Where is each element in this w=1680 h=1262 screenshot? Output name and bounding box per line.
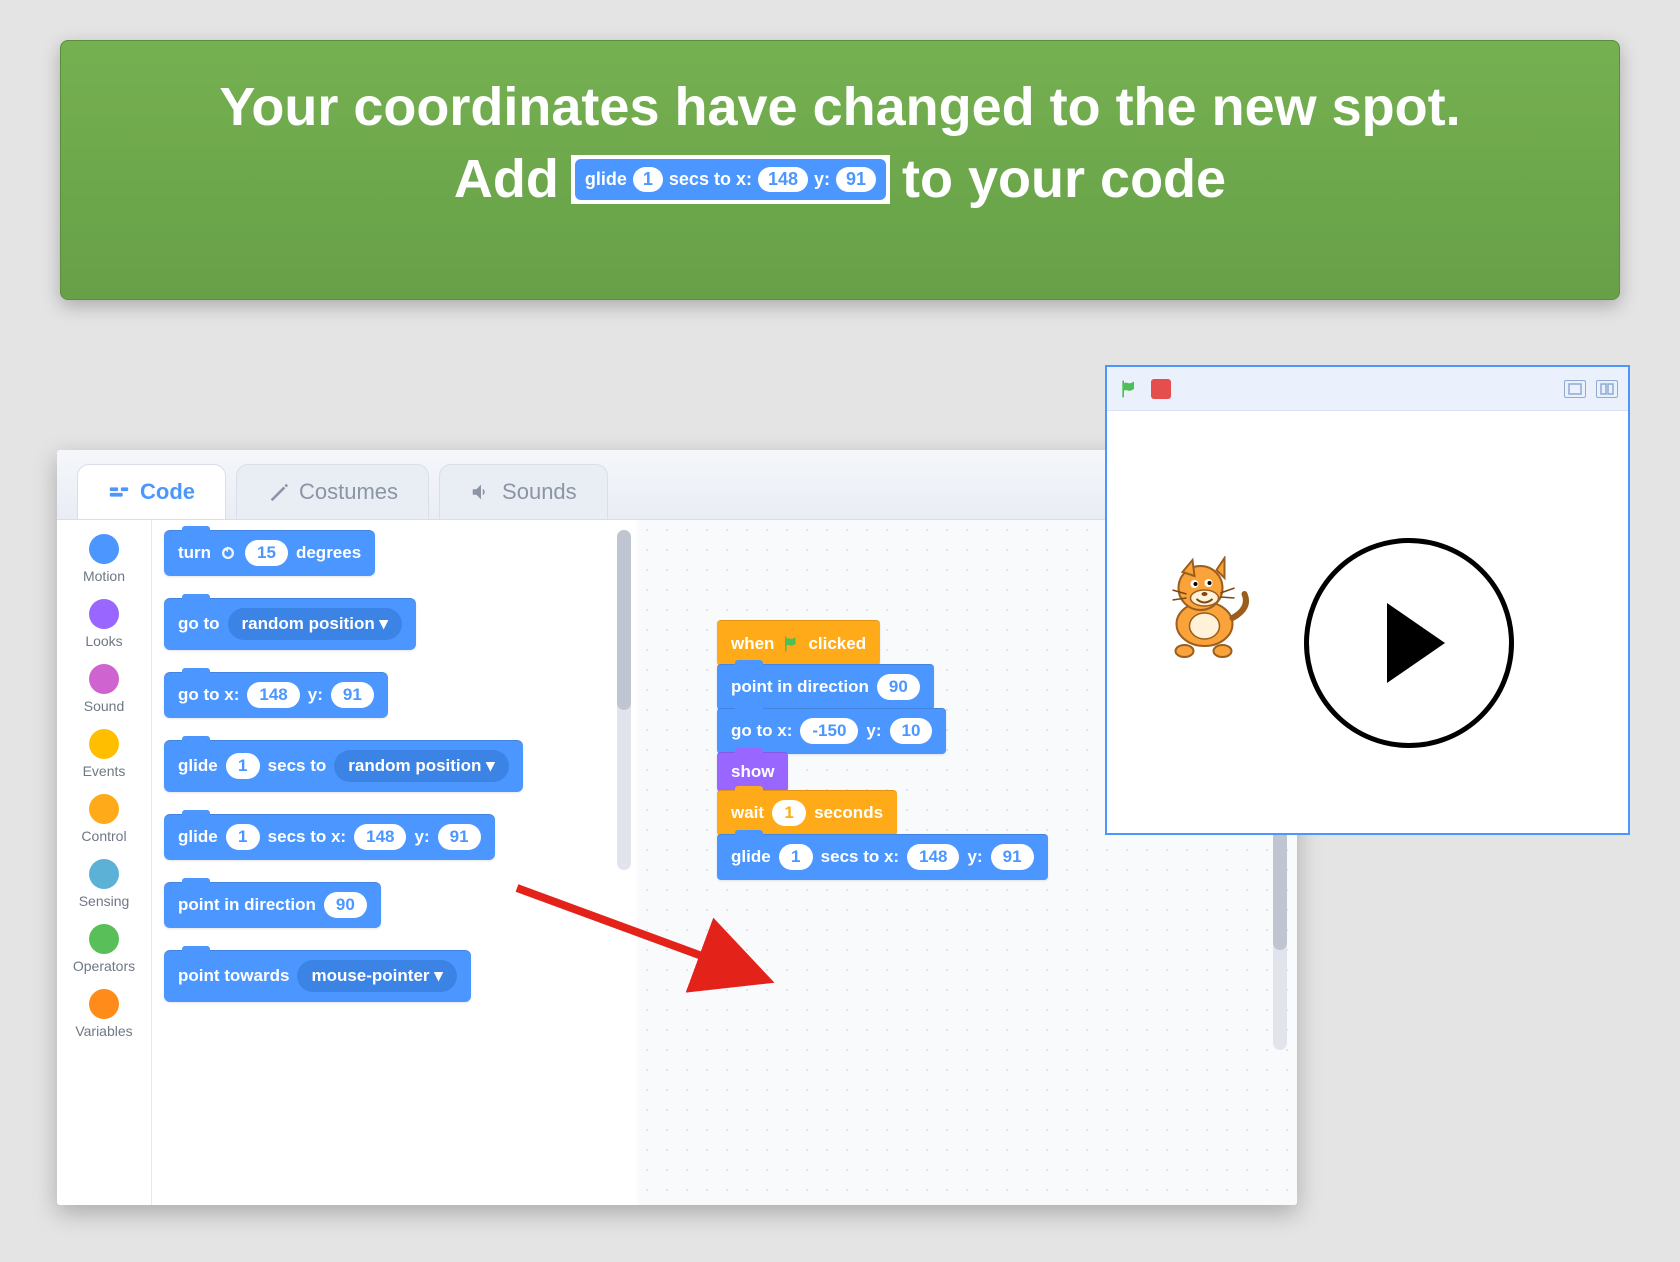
block-palette: turn 15 degrees go to random position ▾ … [152,520,637,1205]
category-sound[interactable]: Sound [57,658,151,720]
category-variables[interactable]: Variables [57,983,151,1045]
random-position-dropdown[interactable]: random position ▾ [228,608,402,640]
goto-random-block[interactable]: go to random position ▾ [164,598,416,650]
banner-glide-block-image: glide 1 secs to x: 148 y: 91 [571,155,890,204]
point-towards-block[interactable]: point towards mouse-pointer ▾ [164,950,471,1002]
green-flag-icon [782,635,800,653]
category-motion[interactable]: Motion [57,528,151,590]
large-stage-button[interactable] [1596,380,1618,398]
turn-left-icon [219,544,237,562]
stage-header [1107,367,1628,411]
stage-preview-panel [1105,365,1630,835]
play-icon [1387,603,1445,683]
small-stage-button[interactable] [1564,380,1586,398]
flag-icon [1119,379,1139,399]
large-stage-icon [1600,383,1614,395]
tab-costumes[interactable]: Costumes [236,464,429,519]
operators-dot [89,924,119,954]
events-dot [89,729,119,759]
category-column: Motion Looks Sound Events Control Sensin… [57,520,152,1205]
tab-code[interactable]: Code [77,464,226,519]
small-stage-icon [1568,383,1582,395]
palette-scroll-thumb[interactable] [617,530,631,710]
category-sensing[interactable]: Sensing [57,853,151,915]
turn-left-block[interactable]: turn 15 degrees [164,530,375,576]
category-events[interactable]: Events [57,723,151,785]
tab-sounds[interactable]: Sounds [439,464,608,519]
scratch-cat-sprite [1152,556,1257,666]
play-video-button[interactable] [1304,538,1514,748]
glide-block: glide 1 secs to x: 148 y: 91 [575,159,886,200]
category-looks[interactable]: Looks [57,593,151,655]
glide-xy-block[interactable]: glide 1 secs to x: 148 y: 91 [164,814,495,860]
mouse-pointer-dropdown[interactable]: mouse-pointer ▾ [297,960,456,992]
banner-text-toyourcode: to your code [902,148,1226,210]
sounds-icon [470,481,492,503]
variables-dot [89,989,119,1019]
sound-dot [89,664,119,694]
instruction-banner: Your coordinates have changed to the new… [60,40,1620,300]
stop-button[interactable] [1151,379,1171,399]
code-icon [108,481,130,503]
banner-line1: Your coordinates have changed to the new… [61,76,1619,138]
banner-text-add: Add [454,148,559,210]
banner-line2: Add glide 1 secs to x: 148 y: 91 to your… [61,148,1619,210]
stage-body [1107,411,1628,833]
looks-dot [89,599,119,629]
palette-scrollbar[interactable] [617,530,631,870]
sensing-dot [89,859,119,889]
script-glide-xy-block[interactable]: glide 1 secs to x: 148 y: 91 [717,834,1048,880]
costumes-icon [267,481,289,503]
category-control[interactable]: Control [57,788,151,850]
category-operators[interactable]: Operators [57,918,151,980]
glide-random-dropdown[interactable]: random position ▾ [334,750,508,782]
script-stack[interactable]: when clicked point in direction 90 go to… [717,620,1048,880]
point-direction-block[interactable]: point in direction 90 [164,882,381,928]
motion-dot [89,534,119,564]
control-dot [89,794,119,824]
goto-xy-block[interactable]: go to x: 148 y: 91 [164,672,388,718]
glide-random-block[interactable]: glide 1 secs to random position ▾ [164,740,523,792]
green-flag-button[interactable] [1117,377,1141,401]
